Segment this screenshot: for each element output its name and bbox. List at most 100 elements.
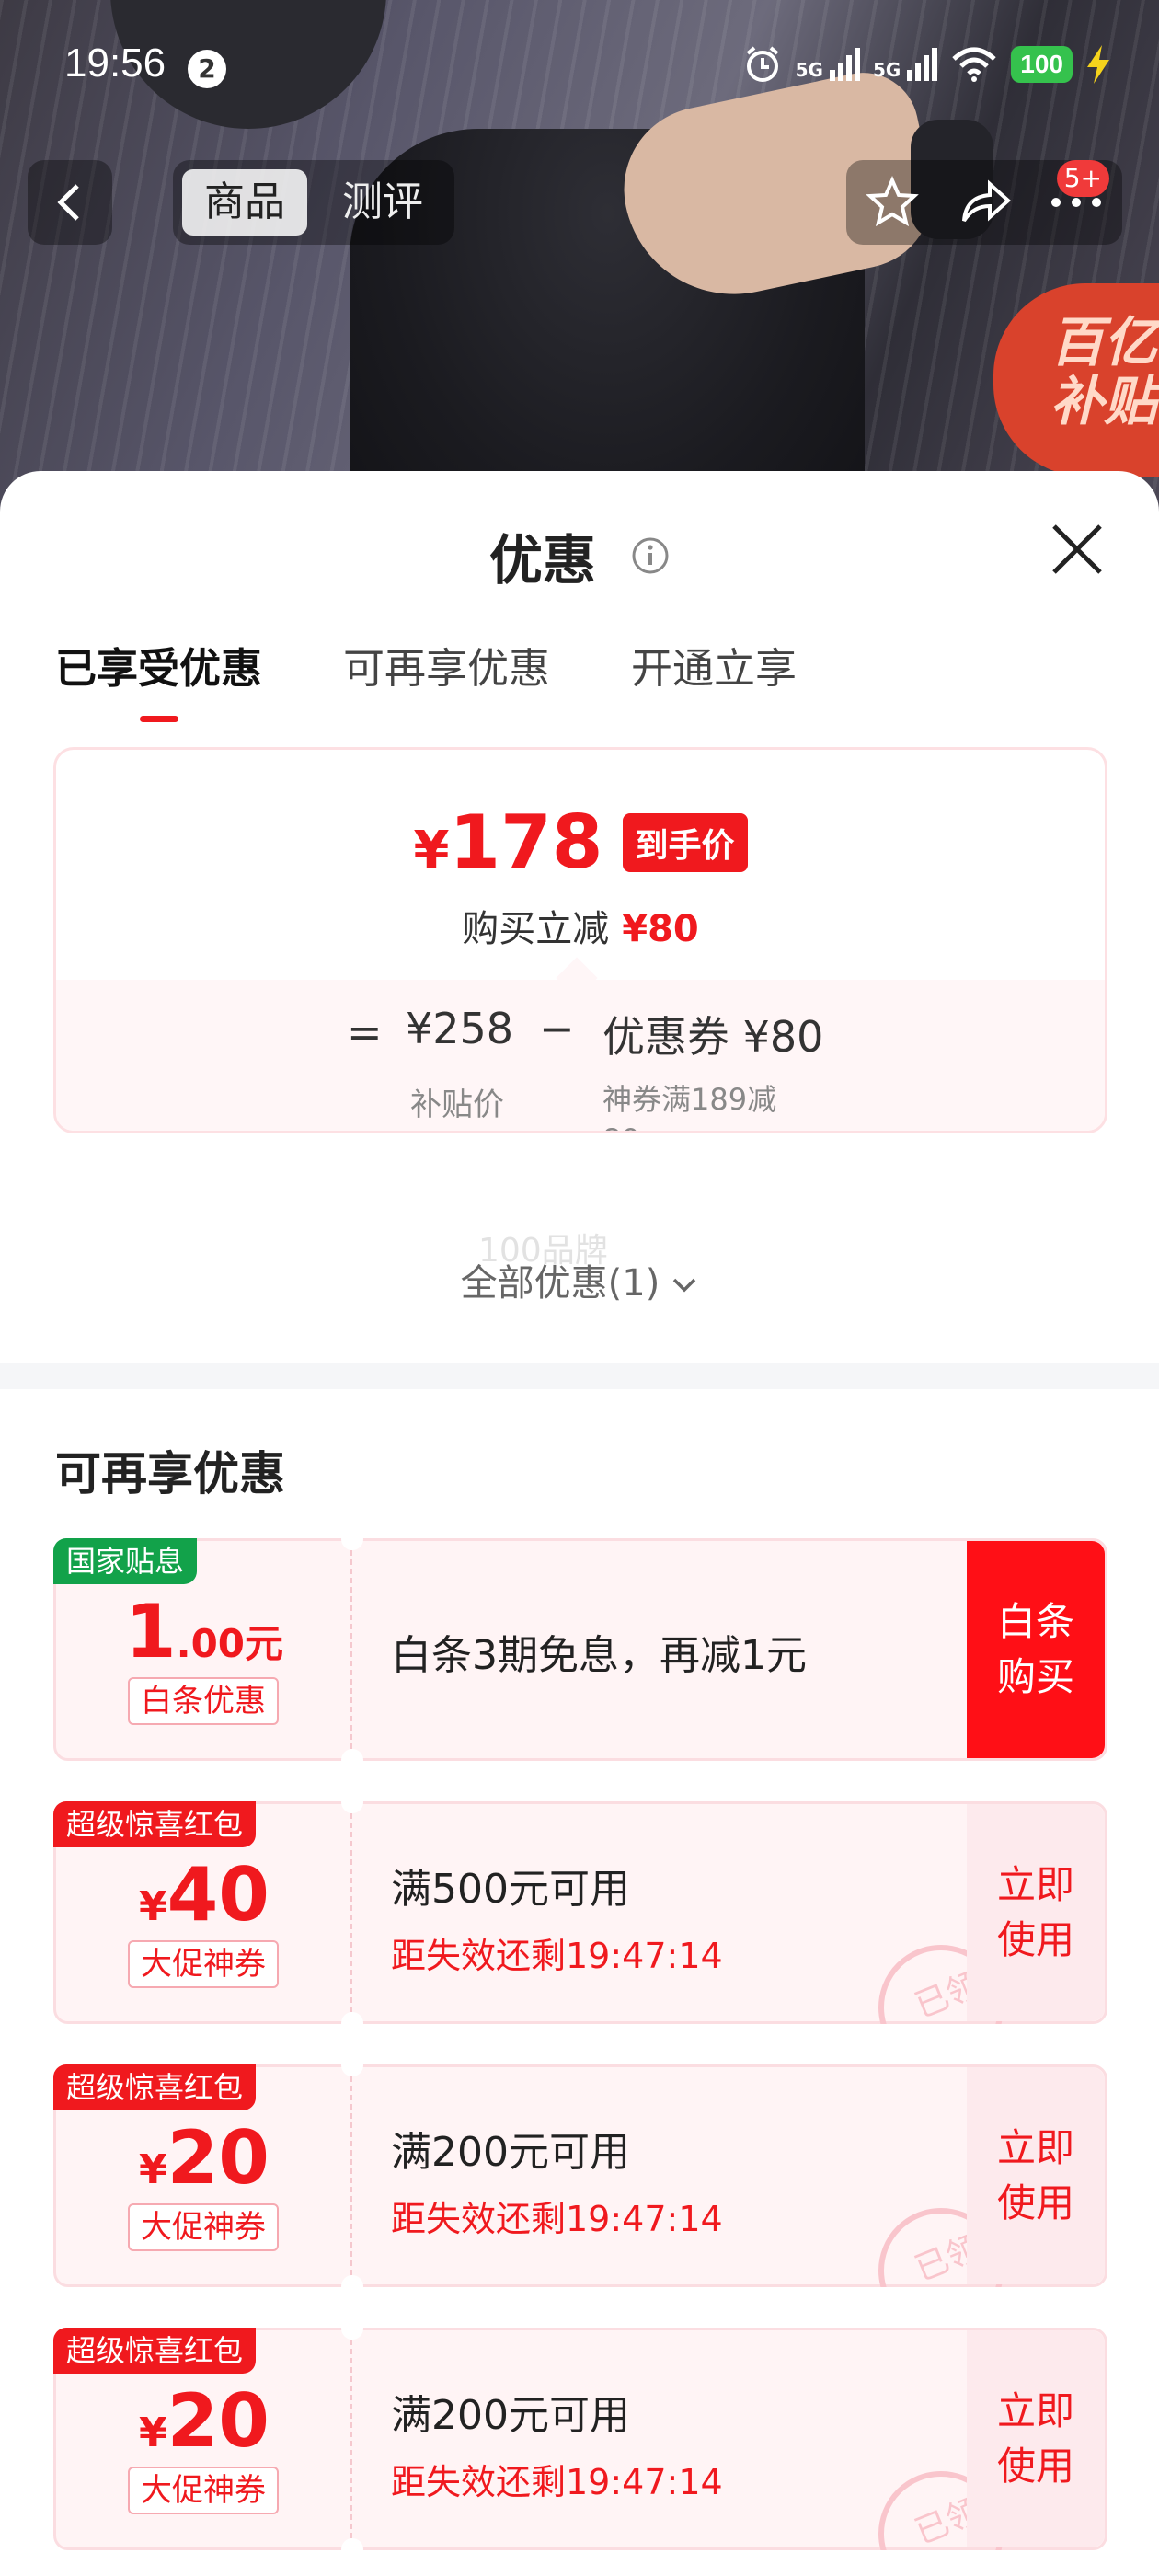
coupon-card: 超级惊喜红包 ¥40 大促神券 满500元可用 距失效还剩19:47:14 已领… [53,1791,1107,2034]
coupon-card: 超级惊喜红包 ¥20 大促神券 满200元可用 距失效还剩19:47:14 已领… [53,2054,1107,2297]
baitiao-buy-button[interactable]: 白条 购买 [967,1541,1105,1758]
coupon-description: 满200元可用 [391,2129,630,2176]
coupon-kind: 大促神券 [128,2203,279,2251]
coupon-amount: ¥20 [56,2115,352,2201]
action-line2: 购买 [996,1654,1074,1699]
coupon-tag: 国家贴息 [53,1538,198,1584]
charging-bolt-icon [1087,45,1109,84]
equals-sign: = [347,1007,383,1057]
battery-indicator: 100 [1011,46,1073,83]
coupon-value-area: 超级惊喜红包 ¥20 大促神券 [53,2064,352,2284]
star-icon[interactable] [865,175,920,230]
coupon-kind: 大促神券 [128,1940,279,1988]
section-divider [0,1363,1159,1389]
wifi-icon [952,47,996,82]
tab-review[interactable]: 测评 [320,169,445,236]
tab-more-available[interactable]: 可再享优惠 [343,635,550,722]
use-now-button[interactable]: 立即 使用 [967,2067,1105,2284]
coupon-currency: ¥ [139,2146,167,2193]
chevron-down-icon [673,1278,696,1293]
action-line1: 立即 [996,2388,1074,2433]
coupon-amount: 1.00元 [56,1589,352,1674]
final-price-value: 178 [449,799,603,885]
all-offers-toggle[interactable]: 全部优惠(1) [0,1253,1159,1306]
coupon-kind: 大促神券 [128,2467,279,2514]
coupon-card: 超级惊喜红包 ¥20 大促神券 满200元可用 距失效还剩19:47:14 已领… [53,2317,1107,2560]
signal-1-label: 5G [795,59,823,81]
coupon-value-area: 国家贴息 1.00元 白条优惠 [53,1538,352,1758]
coupon-currency: ¥ [139,2409,167,2456]
coupon-amount-major: 1 [124,1589,177,1674]
section-title: 可再享优惠 [55,1447,285,1501]
coupon-notch [341,1528,363,1550]
coupon-discount-label: 神券满189减80 [602,1082,777,1131]
subsidy-price: ¥258 [406,1004,514,1053]
alarm-icon [746,46,778,82]
final-price-tag: 到手价 [622,812,748,872]
coupon-amount-major: 20 [166,2115,270,2201]
coupon-kind: 白条优惠 [128,1677,279,1725]
sheet-title: 优惠 [488,529,596,592]
minus-sign: − [539,1004,575,1053]
tab-product[interactable]: 商品 [182,169,307,236]
reduce-label: 购买立减 [462,908,610,950]
instant-reduction-row: 购买立减 ¥80 [56,899,1105,952]
coupon-notch [341,1749,363,1771]
coupon-notch [341,2317,363,2340]
tab-open-to-enjoy[interactable]: 开通立享 [631,635,797,722]
status-icons: 5G 5G 100 [742,44,1111,85]
coupon-amount: ¥20 [56,2378,352,2464]
final-price-row: ¥178 到手价 [56,799,1105,885]
subsidy-badge: 百亿 补贴 [993,283,1159,477]
reduce-amount: ¥80 [622,908,699,950]
product-nav: 商品 测评 5+ [0,156,1159,248]
action-line2: 使用 [996,2444,1074,2489]
price-summary-card: ¥178 到手价 购买立减 ¥80 = ¥258 补贴价 − 优惠券 ¥80 神券… [53,747,1107,1133]
price-breakdown: = ¥258 补贴价 − 优惠券 ¥80 神券满189减80 [56,980,1105,1131]
chevron-left-icon [57,184,79,221]
coupon-amount-major: 20 [166,2378,270,2464]
coupon-tag: 超级惊喜红包 [53,2328,257,2374]
tab-enjoyed[interactable]: 已享受优惠 [55,635,262,722]
coupon-notch [341,2012,363,2034]
sheet-header: 优惠 [0,517,1159,594]
discount-tabs: 已享受优惠 可再享优惠 开通立享 [55,635,797,722]
use-now-button[interactable]: 立即 使用 [967,1804,1105,2021]
action-line1: 立即 [996,1862,1074,1907]
back-button[interactable] [28,160,112,245]
product-tabs: 商品 测评 [173,160,454,245]
action-line1: 白条 [996,1599,1074,1644]
coupon-notch [341,1791,363,1813]
coupon-expire-countdown: 距失效还剩19:47:14 [391,1936,723,1976]
coupon-description: 满500元可用 [391,1866,630,1913]
signal-5g-icon: 5G [796,48,860,81]
coupon-tag: 超级惊喜红包 [53,1801,257,1847]
coupon-amount-minor: .00元 [176,1621,284,1666]
coupon-expire-countdown: 距失效还剩19:47:14 [391,2462,723,2502]
coupon-value-area: 超级惊喜红包 ¥20 大促神券 [53,2328,352,2547]
status-time: 19:56 [64,40,166,86]
subsidy-badge-line2: 补贴 [1050,370,1158,432]
subsidy-badge-line1: 百亿 [1050,311,1158,374]
info-icon[interactable] [631,536,670,575]
coupon-card: 国家贴息 1.00元 白条优惠 白条3期免息，再减1元 白条 购买 [53,1528,1107,1771]
coupon-expire-countdown: 距失效还剩19:47:14 [391,2199,723,2239]
coupon-notch [341,2054,363,2076]
coupon-currency: ¥ [139,1883,167,1930]
final-price-currency: ¥ [413,821,450,880]
coupon-amount-major: 40 [166,1852,270,1938]
all-offers-label: 全部优惠(1) [460,1262,660,1305]
subsidy-price-label: 补贴价 [410,1087,504,1123]
use-now-button[interactable]: 立即 使用 [967,2330,1105,2547]
coupon-tag: 超级惊喜红包 [53,2064,257,2110]
coupon-discount: 优惠券 ¥80 [602,1012,824,1062]
discount-sheet: 优惠 已享受优惠 可再享优惠 开通立享 ¥178 到手价 购买立减 ¥80 = ¥… [0,471,1159,2576]
action-line1: 立即 [996,2125,1074,2170]
close-icon[interactable] [1045,517,1109,581]
message-badge: 5+ [1056,160,1109,197]
share-icon[interactable] [957,175,1012,230]
nav-actions: 5+ [846,160,1122,245]
coupon-value-area: 超级惊喜红包 ¥40 大促神券 [53,1801,352,2021]
coupon-notch [341,2275,363,2297]
notification-count-badge: 2 [188,50,226,88]
